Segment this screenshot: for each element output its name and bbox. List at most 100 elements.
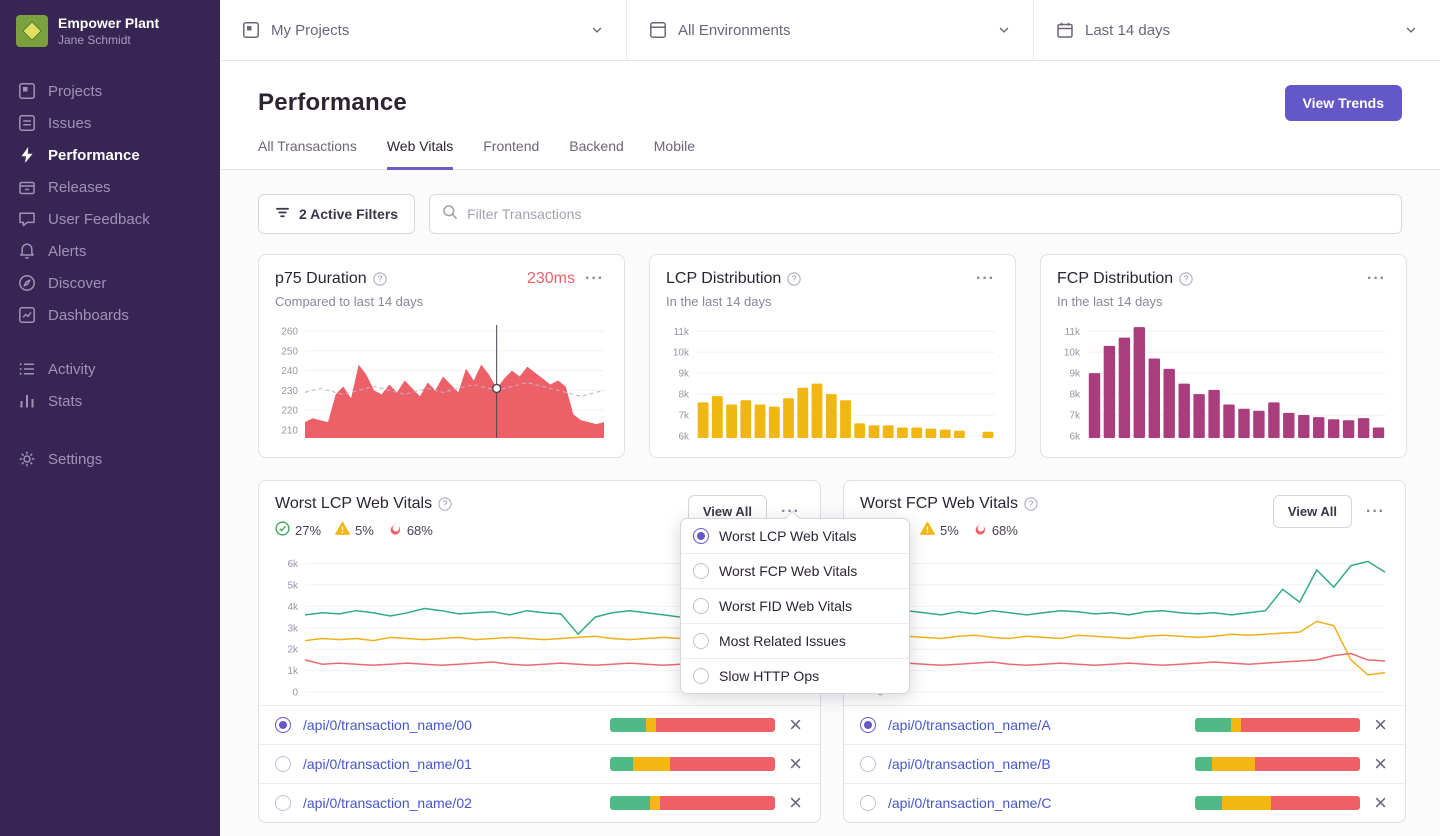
- close-icon[interactable]: ×: [787, 753, 804, 775]
- sidebar-item-discover[interactable]: Discover: [0, 267, 220, 299]
- page-title: Performance: [258, 89, 407, 116]
- page-header: Performance View Trends All Transactions…: [220, 61, 1440, 170]
- transaction-link[interactable]: /api/0/transaction_name/A: [888, 717, 1183, 733]
- date-range-label: Last 14 days: [1085, 21, 1171, 39]
- menu-item-worst-fcp[interactable]: Worst FCP Web Vitals: [681, 553, 909, 588]
- close-icon[interactable]: ×: [1372, 753, 1389, 775]
- tab-web-vitals[interactable]: Web Vitals: [386, 138, 454, 170]
- svg-text:240: 240: [281, 366, 298, 377]
- option-radio: [693, 598, 709, 614]
- view-all-button[interactable]: View All: [1272, 495, 1353, 528]
- help-icon[interactable]: ?: [372, 272, 387, 286]
- search-icon: [442, 204, 458, 225]
- sidebar-item-issues[interactable]: Issues: [0, 107, 220, 139]
- svg-text:7k: 7k: [678, 410, 690, 421]
- option-radio: [693, 633, 709, 649]
- fcp-distribution-card: FCP Distribution ? ··· In the last 14 da…: [1040, 254, 1407, 458]
- alerts-icon: [18, 242, 36, 260]
- help-icon[interactable]: ?: [1179, 272, 1193, 286]
- sidebar-item-alerts[interactable]: Alerts: [0, 235, 220, 267]
- project-selector[interactable]: My Projects: [220, 0, 627, 60]
- menu-item-most-related-issues[interactable]: Most Related Issues: [681, 623, 909, 658]
- sidebar-item-label: Activity: [48, 360, 96, 378]
- date-range-selector[interactable]: Last 14 days: [1034, 0, 1440, 60]
- view-trends-button[interactable]: View Trends: [1284, 85, 1402, 121]
- transaction-link[interactable]: /api/0/transaction_name/C: [888, 795, 1183, 811]
- transaction-link[interactable]: /api/0/transaction_name/00: [303, 717, 598, 733]
- menu-item-worst-lcp[interactable]: Worst LCP Web Vitals: [681, 519, 909, 553]
- help-icon[interactable]: ?: [787, 272, 802, 286]
- transaction-link[interactable]: /api/0/transaction_name/B: [888, 756, 1183, 772]
- row-radio[interactable]: [860, 795, 876, 811]
- row-radio[interactable]: [275, 795, 291, 811]
- sidebar: Empower Plant Jane Schmidt Projects Issu…: [0, 0, 220, 836]
- table-row: /api/0/transaction_name/B ×: [844, 744, 1405, 783]
- table-row: /api/0/transaction_name/A ×: [844, 705, 1405, 744]
- card-menu-button[interactable]: ···: [1362, 502, 1389, 522]
- warning-triangle-icon: [920, 521, 935, 539]
- close-icon[interactable]: ×: [1372, 714, 1389, 736]
- lcp-distribution-chart: 6k 7k 8k 9k 10k 11k: [673, 327, 995, 442]
- card-menu-button[interactable]: ···: [581, 269, 608, 289]
- close-icon[interactable]: ×: [1372, 792, 1389, 814]
- card-subtitle: Compared to last 14 days: [275, 294, 424, 309]
- svg-text:7k: 7k: [1069, 410, 1081, 421]
- row-radio[interactable]: [860, 756, 876, 772]
- row-radio[interactable]: [275, 717, 291, 733]
- environment-selector[interactable]: All Environments: [627, 0, 1034, 60]
- settings-nav: Settings: [0, 443, 220, 475]
- projects-icon: [18, 82, 36, 100]
- p75-duration-card: p75 Duration ? 230ms ··· Compared to las…: [258, 254, 625, 458]
- close-icon[interactable]: ×: [787, 792, 804, 814]
- search-input[interactable]: [467, 206, 1389, 222]
- row-radio[interactable]: [275, 756, 291, 772]
- menu-item-label: Worst FID Web Vitals: [719, 598, 853, 614]
- sidebar-item-projects[interactable]: Projects: [0, 75, 220, 107]
- chevron-down-icon: [1404, 23, 1418, 37]
- help-icon[interactable]: ?: [438, 497, 452, 511]
- card-menu-button[interactable]: ···: [1363, 269, 1390, 289]
- transaction-link[interactable]: /api/0/transaction_name/02: [303, 795, 598, 811]
- tab-backend[interactable]: Backend: [569, 138, 623, 170]
- svg-text:0: 0: [292, 688, 298, 698]
- sidebar-item-dashboards[interactable]: Dashboards: [0, 299, 220, 331]
- menu-item-slow-http-ops[interactable]: Slow HTTP Ops: [681, 658, 909, 693]
- svg-text:?: ?: [1029, 500, 1034, 509]
- poor-percent: 68%: [406, 522, 433, 538]
- tab-frontend[interactable]: Frontend: [483, 138, 539, 170]
- sidebar-item-user-feedback[interactable]: User Feedback: [0, 203, 220, 235]
- sidebar-item-label: Projects: [48, 82, 103, 100]
- row-radio[interactable]: [860, 717, 876, 733]
- svg-text:6k: 6k: [287, 559, 299, 570]
- table-row: /api/0/transaction_name/C ×: [844, 783, 1405, 822]
- card-title: Worst LCP Web Vitals: [275, 495, 433, 512]
- org-switcher[interactable]: Empower Plant Jane Schmidt: [0, 0, 220, 61]
- card-subtitle: In the last 14 days: [666, 294, 772, 309]
- sidebar-item-label: User Feedback: [48, 210, 150, 228]
- tab-mobile[interactable]: Mobile: [654, 138, 695, 170]
- sidebar-item-settings[interactable]: Settings: [0, 443, 220, 475]
- vitals-bar: [610, 796, 776, 810]
- help-icon[interactable]: ?: [1024, 497, 1038, 511]
- vitals-bar: [610, 757, 776, 771]
- transaction-link[interactable]: /api/0/transaction_name/01: [303, 756, 598, 772]
- user-name: Jane Schmidt: [58, 32, 131, 47]
- sidebar-item-performance[interactable]: Performance: [0, 139, 220, 171]
- card-menu-button[interactable]: ···: [972, 269, 999, 289]
- org-name: Empower Plant: [58, 15, 160, 32]
- active-filters-button[interactable]: 2 Active Filters: [258, 194, 416, 234]
- close-icon[interactable]: ×: [787, 714, 804, 736]
- fire-icon: [973, 521, 987, 539]
- svg-text:1k: 1k: [287, 666, 299, 677]
- tab-all-transactions[interactable]: All Transactions: [258, 138, 357, 170]
- sidebar-item-releases[interactable]: Releases: [0, 171, 220, 203]
- sidebar-item-label: Discover: [48, 274, 107, 292]
- sidebar-item-stats[interactable]: Stats: [0, 385, 220, 417]
- menu-item-worst-fid[interactable]: Worst FID Web Vitals: [681, 588, 909, 623]
- poor-percent: 68%: [991, 522, 1018, 538]
- meh-percent: 5%: [355, 522, 374, 538]
- p75-duration-chart: 210 220 230 240 250 260: [281, 325, 605, 438]
- fcp-distribution-chart: 6k 7k 8k 9k 10k 11k: [1064, 327, 1386, 442]
- svg-text:6k: 6k: [1069, 431, 1081, 442]
- sidebar-item-activity[interactable]: Activity: [0, 353, 220, 385]
